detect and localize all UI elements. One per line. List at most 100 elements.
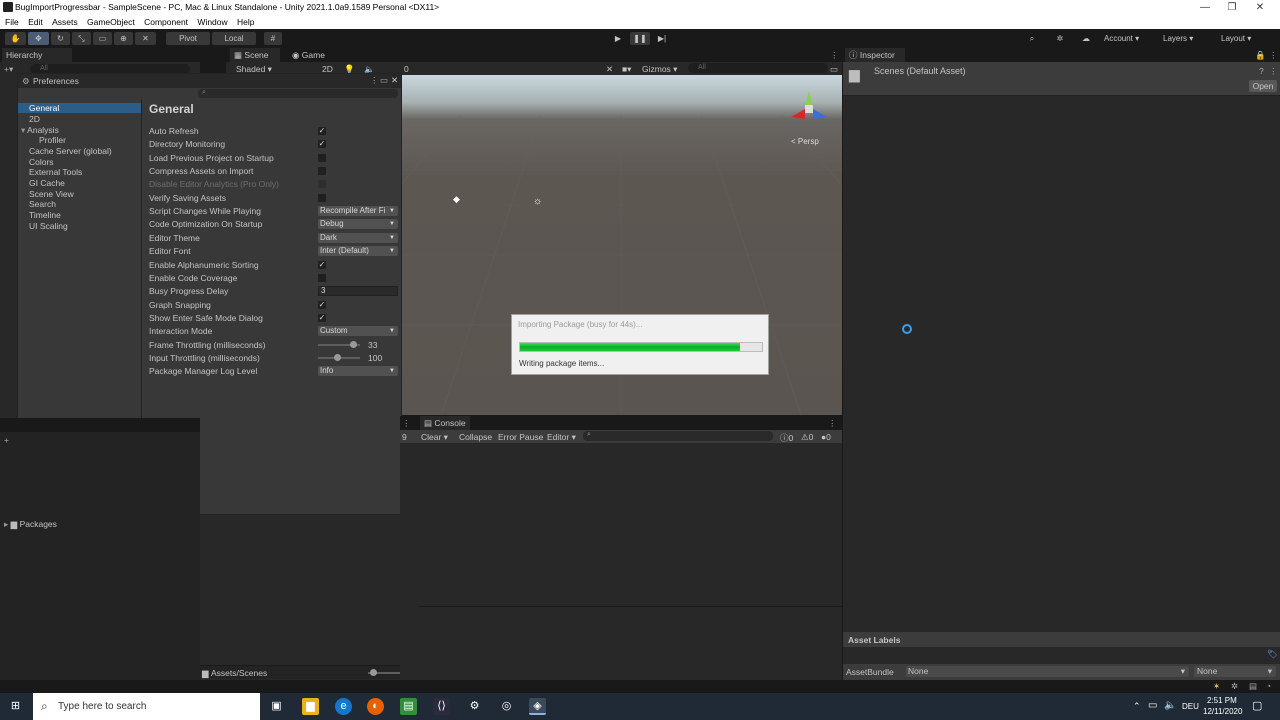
label-tag-icon[interactable]: 🏷 [1267, 649, 1278, 660]
camera-icon[interactable]: ■▾ [622, 64, 631, 75]
pref-number-field[interactable]: 3 [318, 286, 398, 296]
menu-gameobject[interactable]: GameObject [87, 15, 135, 29]
help-icon[interactable]: ? [1259, 66, 1264, 76]
pref-checkbox[interactable]: ✓ [318, 261, 326, 269]
tray-network-icon[interactable]: ▭ [1148, 700, 1157, 711]
unity-editor-icon[interactable]: ◈ [529, 698, 546, 715]
menu-window[interactable]: Window [197, 15, 227, 29]
grid-snap-icon[interactable]: # [264, 32, 282, 45]
pref-dropdown[interactable]: Recompile After Fi ▼ [318, 206, 398, 216]
pref-dropdown[interactable]: Debug ▼ [318, 219, 398, 229]
asset-bundle-dropdown[interactable]: None ▾ [906, 666, 1189, 677]
rotate-tool-icon[interactable]: ↻ [51, 32, 70, 45]
task-view-icon[interactable]: ▣ [268, 698, 285, 715]
pref-dropdown[interactable]: Custom ▼ [318, 326, 398, 336]
tools-icon[interactable]: ✕ [606, 64, 613, 75]
error-count-toggle[interactable]: ●0 [821, 432, 831, 442]
pref-slider-knob[interactable] [334, 354, 341, 361]
log-count-toggle[interactable]: ⓘ0 [780, 432, 793, 444]
asset-menu-icon[interactable]: ⋮ [1269, 66, 1278, 77]
menu-help[interactable]: Help [237, 15, 254, 29]
console-menu-icon[interactable]: ⋮ [402, 418, 411, 429]
prefs-menu-icon[interactable]: ⋮ [370, 75, 379, 86]
category-profiler[interactable]: Profiler [39, 135, 66, 145]
pref-checkbox[interactable]: ✓ [318, 140, 326, 148]
search-icon[interactable]: ⌕ [1023, 32, 1041, 45]
category-timeline[interactable]: Timeline [29, 210, 61, 220]
pref-slider-knob[interactable] [350, 341, 357, 348]
hand-tool-icon[interactable]: ✋ [5, 32, 26, 45]
pref-checkbox[interactable] [318, 274, 326, 282]
windows-start-icon[interactable]: ⊞ [7, 698, 24, 715]
category-colors[interactable]: Colors [29, 157, 54, 167]
layout-dropdown[interactable]: Layout ▾ [1218, 32, 1274, 45]
console-search-input[interactable]: ⌕ [583, 431, 773, 441]
expand-icon[interactable]: ▸ [4, 519, 8, 529]
asset-variant-dropdown[interactable]: None ▾ [1194, 666, 1276, 677]
volume-icon[interactable]: 🔈 [1164, 700, 1176, 711]
menu-edit[interactable]: Edit [28, 15, 43, 29]
category-general[interactable]: General [18, 103, 141, 113]
pref-slider-value[interactable]: 100 [368, 353, 382, 363]
unity-hub-icon[interactable]: ◎ [498, 698, 515, 715]
tray-chevron-icon[interactable]: ⌃ [1133, 701, 1141, 712]
settings-gear-icon[interactable]: ⚙ [466, 698, 483, 715]
inspector-menu-icon[interactable]: ⋮ [1269, 50, 1278, 61]
pref-checkbox[interactable]: ✓ [318, 301, 326, 309]
category-scene-view[interactable]: Scene View [29, 189, 74, 199]
transform-tool-icon[interactable]: ⊕ [114, 32, 133, 45]
pause-button[interactable]: ❚❚ [630, 32, 650, 45]
pref-checkbox[interactable] [318, 154, 326, 162]
edge-browser-icon[interactable]: e [335, 698, 352, 715]
notifications-icon[interactable]: ▢ [1252, 699, 1262, 712]
notepad-icon[interactable]: ▤ [400, 698, 417, 715]
pref-dropdown[interactable]: Inter (Default) ▼ [318, 246, 398, 256]
pref-slider-value[interactable]: 33 [368, 340, 377, 350]
taskbar-search-box[interactable]: ⌕ Type here to search [33, 693, 260, 720]
tab-inspector[interactable]: ⓘ Inspector [845, 48, 905, 62]
file-explorer-icon[interactable]: ▆ [302, 698, 319, 715]
persp-label[interactable]: < Persp [791, 137, 819, 146]
clear-button[interactable]: Clear ▾ [421, 432, 448, 443]
error-pause-button[interactable]: Error Pause [498, 432, 543, 442]
tab-hierarchy[interactable]: Hierarchy [2, 48, 72, 62]
pref-checkbox[interactable]: ✓ [318, 127, 326, 135]
code-editor-icon[interactable]: ⟨⟩ [433, 698, 450, 715]
move-tool-icon[interactable]: ✥ [28, 32, 49, 45]
gizmos-dropdown[interactable]: Gizmos ▾ [642, 64, 677, 75]
firefox-icon[interactable]: ◐ [367, 698, 384, 715]
scene-menu-icon[interactable]: ⋮ [830, 50, 839, 61]
pref-dropdown[interactable]: Info ▼ [318, 366, 398, 376]
warning-count-toggle[interactable]: ⚠0 [801, 432, 813, 443]
tab-console[interactable]: ▤ Console [420, 416, 470, 430]
collab-icon[interactable]: ✲ [1051, 32, 1069, 45]
console-options-icon[interactable]: ⋮ [828, 418, 837, 429]
light-gizmo-icon[interactable]: ☼ [533, 196, 542, 207]
prefs-maximize-icon[interactable]: ▭ [380, 75, 388, 86]
prefs-search-input[interactable]: ⌕ [198, 89, 398, 98]
editor-dropdown[interactable]: Editor ▾ [547, 432, 576, 443]
menu-assets[interactable]: Assets [52, 15, 78, 29]
local-toggle[interactable]: Local [212, 32, 256, 45]
maximize-scene-icon[interactable]: ▭ [830, 64, 838, 75]
keyboard-language[interactable]: DEU [1182, 702, 1199, 711]
step-button[interactable]: ▶| [652, 32, 672, 45]
pivot-toggle[interactable]: Pivot [166, 32, 210, 45]
category-2d[interactable]: 2D [29, 114, 40, 124]
custom-tool-icon[interactable]: ✕ [135, 32, 156, 45]
project-add-icon[interactable]: + [4, 435, 9, 445]
account-dropdown[interactable]: Account ▾ [1100, 32, 1156, 45]
category-gi-cache[interactable]: GI Cache [29, 178, 65, 188]
clock-date[interactable]: 12/11/2020 [1203, 707, 1242, 716]
add-icon[interactable]: +▾ [4, 64, 13, 75]
menu-file[interactable]: File [5, 15, 19, 29]
camera-gizmo-icon[interactable]: ◆ [453, 194, 460, 205]
pref-checkbox[interactable] [318, 194, 326, 202]
rect-tool-icon[interactable]: ▭ [93, 32, 112, 45]
collapse-button[interactable]: Collapse [459, 432, 492, 442]
category-cache-server[interactable]: Cache Server (global) [29, 146, 112, 156]
list-item[interactable]: ▸ ▆ Packages [4, 519, 57, 530]
zoom-slider-knob[interactable] [370, 669, 377, 676]
pref-checkbox[interactable] [318, 167, 326, 175]
menu-component[interactable]: Component [144, 15, 188, 29]
